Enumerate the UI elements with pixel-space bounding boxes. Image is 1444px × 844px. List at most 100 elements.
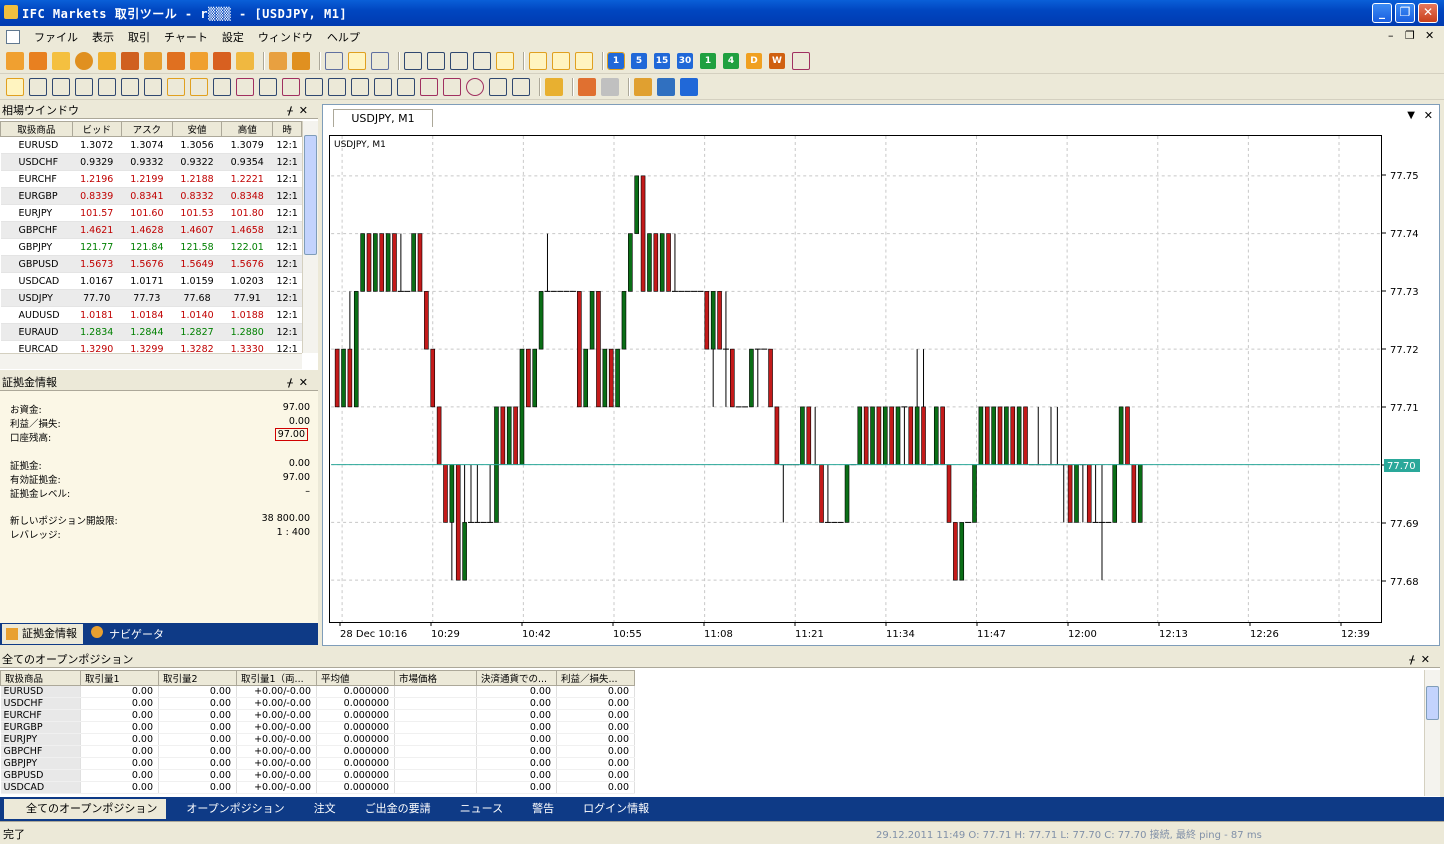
open-chart-icon[interactable] <box>6 52 24 70</box>
position-row[interactable]: GBPUSD 0.00 0.00 +0.00/-0.00 0.000000 0.00 0.0… <box>0 769 635 782</box>
tab-login-info[interactable]: ログイン情報 <box>563 799 658 819</box>
menu-window[interactable]: ウィンドウ <box>258 29 313 45</box>
restore-icon[interactable]: ❐ <box>1395 3 1415 23</box>
list-icon[interactable] <box>52 52 70 70</box>
fibo-retrace-icon[interactable] <box>282 78 300 96</box>
lock-icon[interactable] <box>190 52 208 70</box>
scroll-thumb[interactable] <box>1426 686 1439 720</box>
indicator-icon[interactable] <box>792 52 810 70</box>
price-chart[interactable] <box>329 135 1382 623</box>
mdi-minimize-icon[interactable]: – <box>1388 29 1394 42</box>
triangle-icon[interactable] <box>443 78 461 96</box>
docs-icon[interactable] <box>236 52 254 70</box>
market-watch-hscrollbar[interactable] <box>0 353 302 369</box>
tf-h1-button[interactable]: 1 <box>700 53 716 69</box>
gear-icon[interactable] <box>75 52 93 70</box>
position-row[interactable]: USDCHF 0.00 0.00 +0.00/-0.00 0.000000 0.00 0.0… <box>0 697 635 710</box>
line-chart-icon[interactable] <box>371 52 389 70</box>
tf-m15-button[interactable]: 15 <box>654 53 670 69</box>
scroll-thumb[interactable] <box>304 135 317 255</box>
grid-icon[interactable] <box>575 52 593 70</box>
options-icon[interactable] <box>634 78 652 96</box>
fibo-ext-icon[interactable] <box>328 78 346 96</box>
gann-icon[interactable] <box>213 78 231 96</box>
pin-close-icon[interactable]: ᚋ✕ <box>287 374 314 391</box>
fibo-icon[interactable] <box>259 78 277 96</box>
pencil-icon[interactable] <box>121 52 139 70</box>
mdi-close-icon[interactable]: ✕ <box>1425 29 1434 42</box>
market-watch-row[interactable]: EURCHF 1.2196 1.2199 1.2188 1.2221 12:1 <box>0 170 302 188</box>
tab-open-positions[interactable]: オープンポジション <box>166 799 293 819</box>
close-icon[interactable]: ✕ <box>1418 3 1438 23</box>
bell-icon[interactable] <box>144 52 162 70</box>
position-row[interactable]: GBPCHF 0.00 0.00 +0.00/-0.00 0.000000 0.00 0.0… <box>0 745 635 758</box>
column-header[interactable]: 取引量1 <box>80 670 159 686</box>
vline-icon[interactable] <box>121 78 139 96</box>
trendline-icon[interactable] <box>52 78 70 96</box>
tf-m5-button[interactable]: 5 <box>631 53 647 69</box>
market-watch-row[interactable]: EURUSD 1.3072 1.3074 1.3056 1.3079 12:1 <box>0 136 302 154</box>
label-icon[interactable] <box>397 78 415 96</box>
column-header[interactable]: ビッド <box>71 121 122 137</box>
zoom-out-icon[interactable] <box>427 52 445 70</box>
zoom-in-icon[interactable] <box>404 52 422 70</box>
mdi-restore-icon[interactable]: ❐ <box>1405 29 1415 42</box>
market-watch-scrollbar[interactable] <box>302 121 318 353</box>
positions-scrollbar[interactable] <box>1424 670 1440 796</box>
column-header[interactable]: 市場価格 <box>394 670 477 686</box>
shift-icon[interactable] <box>473 52 491 70</box>
market-watch-row[interactable]: GBPCHF 1.4621 1.4628 1.4607 1.4658 12:1 <box>0 221 302 239</box>
cycle-icon[interactable] <box>351 78 369 96</box>
expert-icon[interactable] <box>578 78 596 96</box>
chart-menu-icon[interactable]: ▼ <box>1407 110 1415 121</box>
tab-all-positions[interactable]: 全てのオープンポジション <box>4 799 167 819</box>
menu-chart[interactable]: チャート <box>164 29 208 45</box>
chart-close-icon[interactable]: ✕ <box>1424 109 1433 122</box>
tab-orders[interactable]: 注文 <box>294 799 345 819</box>
candle-chart-icon[interactable] <box>348 52 366 70</box>
column-header[interactable]: 時 <box>272 121 302 137</box>
crosshair-icon[interactable] <box>529 52 547 70</box>
menu-help[interactable]: ヘルプ <box>327 29 360 45</box>
arrow-icon[interactable] <box>489 78 507 96</box>
autoscroll-icon[interactable] <box>496 52 514 70</box>
period-icon[interactable] <box>512 78 530 96</box>
text-icon[interactable] <box>374 78 392 96</box>
position-row[interactable]: EURCHF 0.00 0.00 +0.00/-0.00 0.000000 0.00 0.0… <box>0 709 635 722</box>
position-row[interactable]: GBPJPY 0.00 0.00 +0.00/-0.00 0.000000 0.00 0.0… <box>0 757 635 770</box>
menu-view[interactable]: 表示 <box>92 29 114 45</box>
column-header[interactable]: 利益／損失... <box>556 670 635 686</box>
tab-alerts[interactable]: 警告 <box>512 799 563 819</box>
position-row[interactable]: EURGBP 0.00 0.00 +0.00/-0.00 0.000000 0.00 0.0… <box>0 721 635 734</box>
market-watch-row[interactable]: USDCAD 1.0167 1.0171 1.0159 1.0203 12:1 <box>0 272 302 290</box>
column-header[interactable]: 安値 <box>171 121 223 137</box>
column-header[interactable]: 高値 <box>221 121 274 137</box>
position-row[interactable]: EURJPY 0.00 0.00 +0.00/-0.00 0.000000 0.00 0.0… <box>0 733 635 746</box>
market-watch-row[interactable]: EURJPY 101.57 101.60 101.53 101.80 12:1 <box>0 204 302 222</box>
pin-close-icon[interactable]: ᚋ✕ <box>1409 651 1436 668</box>
column-header[interactable]: 取引量1（両... <box>236 670 317 686</box>
market-watch-row[interactable]: AUDUSD 1.0181 1.0184 1.0140 1.0188 12:1 <box>0 306 302 324</box>
info-icon[interactable] <box>680 78 698 96</box>
menu-file[interactable]: ファイル <box>34 29 78 45</box>
tab-navigator[interactable]: ナビゲータ <box>87 626 164 642</box>
alert-icon[interactable] <box>213 52 231 70</box>
market-watch-row[interactable]: EURAUD 1.2834 1.2844 1.2827 1.2880 12:1 <box>0 323 302 341</box>
column-header[interactable]: 取扱商品 <box>0 121 73 137</box>
account-icon[interactable] <box>98 52 116 70</box>
market-watch-row[interactable]: GBPJPY 121.77 121.84 121.58 122.01 12:1 <box>0 238 302 256</box>
report-icon[interactable] <box>657 78 675 96</box>
market-watch-row[interactable]: GBPUSD 1.5673 1.5676 1.5649 1.5676 12:1 <box>0 255 302 273</box>
channel-icon[interactable] <box>98 78 116 96</box>
fan-icon[interactable] <box>167 78 185 96</box>
menu-settings[interactable]: 設定 <box>222 29 244 45</box>
cursor-icon[interactable] <box>6 78 24 96</box>
lock-open-icon[interactable] <box>269 52 287 70</box>
pitchfork-icon[interactable] <box>144 78 162 96</box>
bar-chart-icon[interactable] <box>325 52 343 70</box>
market-watch-row[interactable]: USDCHF 0.9329 0.9332 0.9322 0.9354 12:1 <box>0 153 302 171</box>
ray-icon[interactable] <box>75 78 93 96</box>
pin-close-icon[interactable]: ᚋ✕ <box>287 102 314 119</box>
column-header[interactable]: 取引量2 <box>158 670 237 686</box>
money-icon[interactable] <box>167 52 185 70</box>
